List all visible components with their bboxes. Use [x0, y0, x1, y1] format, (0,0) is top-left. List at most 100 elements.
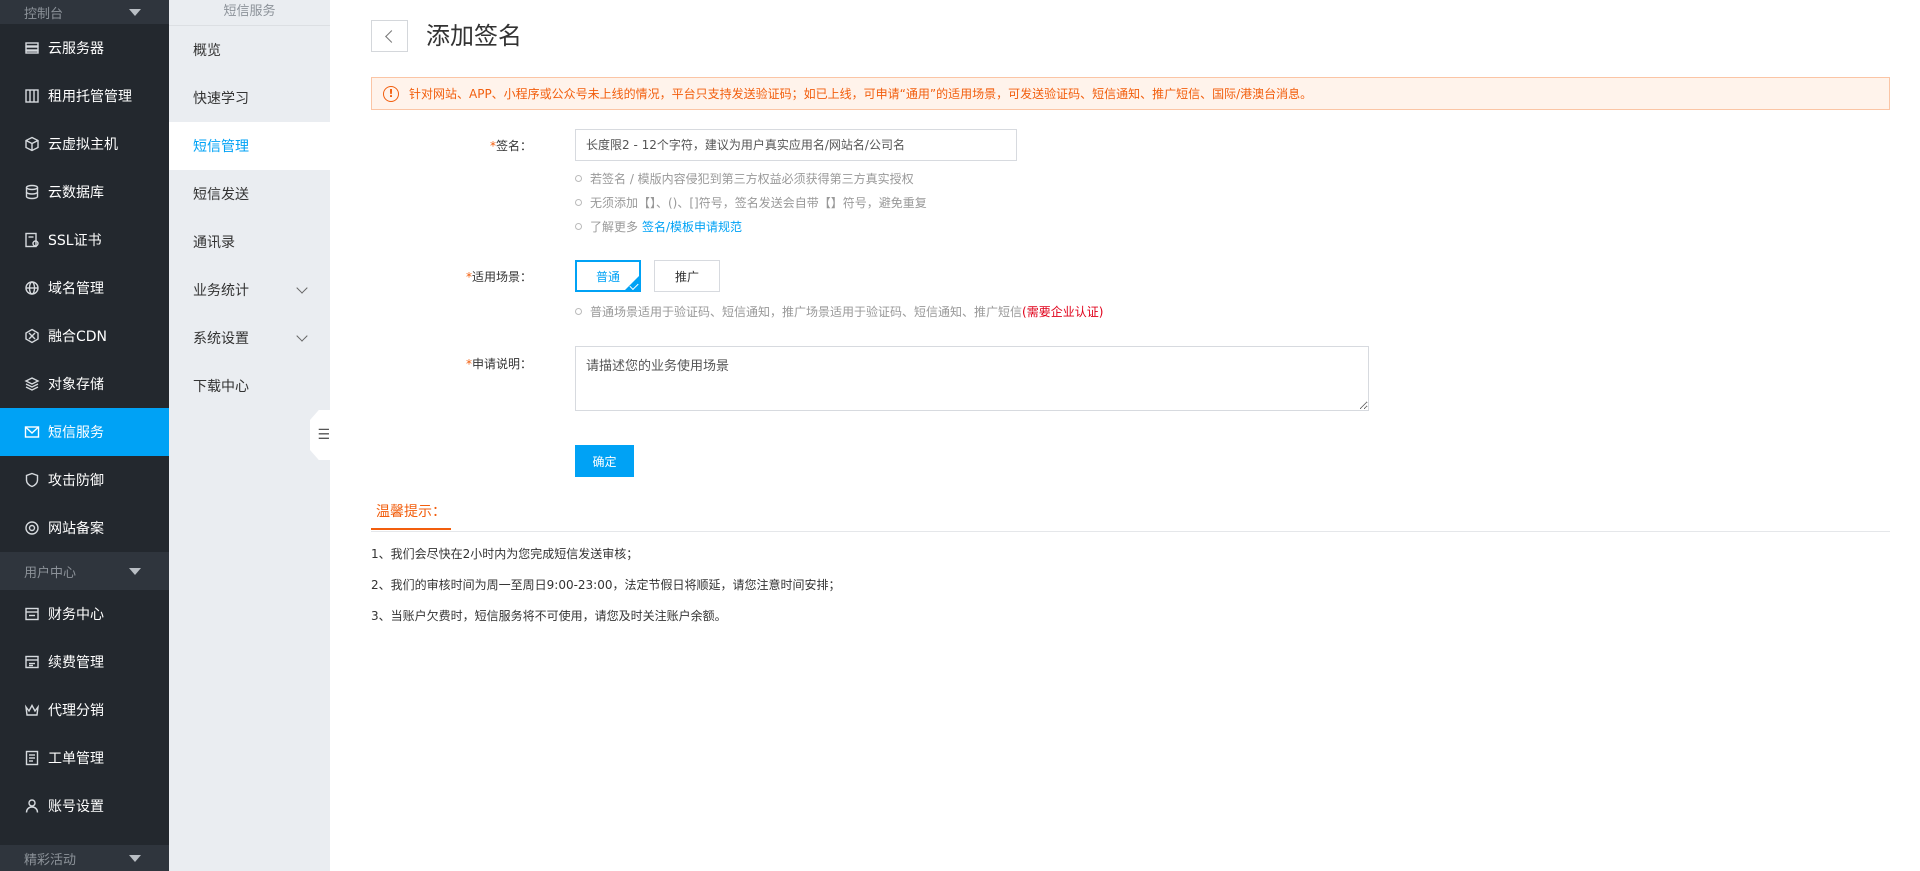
- main-content: 添加签名 ! 针对网站、APP、小程序或公众号未上线的情况，平台只支持发送验证码…: [330, 0, 1920, 871]
- signature-label: *签名：: [342, 137, 532, 154]
- description-label-text: 申请说明：: [471, 357, 532, 371]
- scene-hint: 普通场景适用于验证码、短信通知，推广场景适用于验证码、短信通知、推广短信 (需要企…: [575, 303, 1103, 320]
- notice-text: 针对网站、APP、小程序或公众号未上线的情况，平台只支持发送验证码；如已上线，可…: [409, 87, 1313, 101]
- subnav-item-contacts[interactable]: 通讯录: [169, 218, 330, 266]
- hint-text: 了解更多: [590, 220, 639, 234]
- sidebar-item-label: 代理分销: [48, 703, 104, 719]
- sidebar-item-label: 对象存储: [48, 377, 104, 393]
- sidebar-item-domain[interactable]: 域名管理: [0, 264, 169, 312]
- bullet-icon: [575, 175, 582, 182]
- notice-banner: ! 针对网站、APP、小程序或公众号未上线的情况，平台只支持发送验证码；如已上线…: [371, 77, 1890, 110]
- subnav-item-downloads[interactable]: 下载中心: [169, 362, 330, 410]
- sidebar-item-label: 工单管理: [48, 751, 104, 767]
- sidebar-item-ssl[interactable]: SSL证书: [0, 216, 169, 264]
- signature-input[interactable]: [575, 129, 1017, 161]
- sidebar-item-finance[interactable]: 财务中心: [0, 590, 169, 638]
- bullet-icon: [575, 199, 582, 206]
- sidebar-item-cdn[interactable]: 融合CDN: [0, 312, 169, 360]
- ticket-icon: [24, 750, 40, 766]
- subnav-item-label: 下载中心: [193, 379, 249, 395]
- subnav-item-label: 业务统计: [193, 283, 249, 299]
- subnav-item-label: 短信发送: [193, 187, 249, 203]
- subnav-item-statistics[interactable]: 业务统计: [169, 266, 330, 314]
- sidebar-section-label: 控制台: [24, 6, 64, 22]
- sidebar-section-user-center[interactable]: 用户中心: [0, 552, 169, 590]
- description-textarea[interactable]: [575, 346, 1369, 411]
- hosting-icon: [24, 88, 40, 104]
- sidebar-item-sms[interactable]: 短信服务: [0, 408, 169, 456]
- sidebar-item-account[interactable]: 账号设置: [0, 782, 169, 830]
- subnav-item-overview[interactable]: 概览: [169, 26, 330, 74]
- globe-icon: [24, 280, 40, 296]
- subnav-item-label: 概览: [193, 43, 221, 59]
- sidebar-item-virtual-host[interactable]: 云虚拟主机: [0, 120, 169, 168]
- sidebar-item-label: SSL证书: [48, 233, 102, 249]
- tip-item: 3、当账户欠费时，短信服务将不可使用，请您及时关注账户余额。: [371, 609, 727, 623]
- bullet-icon: [575, 308, 582, 315]
- hint-text: 普通场景适用于验证码、短信通知，推广场景适用于验证码、短信通知、推广短信: [590, 305, 1023, 319]
- sidebar-section-activities[interactable]: 精彩活动: [0, 845, 169, 871]
- sidebar-item-label: 财务中心: [48, 607, 104, 623]
- sidebar-item-defense[interactable]: 攻击防御: [0, 456, 169, 504]
- sidebar-item-icp-record[interactable]: 网站备案: [0, 504, 169, 552]
- menu-fold-icon: ☰: [317, 427, 330, 443]
- chevron-left-icon: [384, 29, 398, 43]
- submit-button[interactable]: 确定: [575, 445, 634, 477]
- signature-hint-3: 了解更多 签名/模板申请规范: [575, 218, 742, 235]
- scene-option-label: 推广: [674, 269, 699, 284]
- tips-divider: [371, 531, 1890, 532]
- tip-item: 1、我们会尽快在2小时内为您完成短信发送审核；: [371, 547, 639, 561]
- sidebar-item-database[interactable]: 云数据库: [0, 168, 169, 216]
- sidebar-item-cloud-server[interactable]: 云服务器: [0, 24, 169, 72]
- cube-icon: [24, 136, 40, 152]
- description-label: *申请说明：: [342, 355, 532, 372]
- sidebar-item-label: 域名管理: [48, 281, 104, 297]
- sidebar-item-label: 续费管理: [48, 655, 104, 671]
- page-title: 添加签名: [426, 22, 522, 50]
- subnav-item-sms-manage[interactable]: 短信管理: [169, 122, 330, 170]
- subnav-item-label: 短信管理: [193, 139, 249, 155]
- subnav-item-quick-learn[interactable]: 快速学习: [169, 74, 330, 122]
- subnav-item-sms-send[interactable]: 短信发送: [169, 170, 330, 218]
- back-button[interactable]: [371, 20, 408, 52]
- sidebar-item-label: 云虚拟主机: [48, 137, 118, 153]
- scene-label-text: 适用场景：: [471, 270, 532, 284]
- shield-icon: [24, 472, 40, 488]
- sidebar-item-label: 云数据库: [48, 185, 104, 201]
- main-sidebar: 控制台 云服务器 租用托管管理 云虚拟主机 云数据库 SSL证书 域名管理 融合…: [0, 0, 169, 871]
- spec-link[interactable]: 签名/模板申请规范: [642, 218, 742, 235]
- sidebar-item-hosting[interactable]: 租用托管管理: [0, 72, 169, 120]
- sidebar-item-object-storage[interactable]: 对象存储: [0, 360, 169, 408]
- sidebar-section-console[interactable]: 控制台: [0, 0, 169, 24]
- subnav-title: 短信服务: [169, 0, 330, 26]
- scene-option-label: 普通: [595, 269, 620, 284]
- subnav-collapse-toggle[interactable]: ☰: [310, 410, 332, 460]
- warning-icon: !: [383, 85, 399, 102]
- scene-option-normal[interactable]: 普通: [575, 260, 641, 292]
- cdn-icon: [24, 328, 40, 344]
- subnav-item-label: 通讯录: [193, 235, 235, 251]
- subnav-item-label: 系统设置: [193, 331, 249, 347]
- signature-hint-2: 无须添加【】、()、[]符号，签名发送会自带【】符号，避免重复: [575, 194, 927, 211]
- sidebar-item-label: 租用托管管理: [48, 89, 132, 105]
- mail-icon: [24, 424, 40, 440]
- server-icon: [24, 40, 40, 56]
- sidebar-item-label: 云服务器: [48, 41, 104, 57]
- scene-option-promotion[interactable]: 推广: [654, 260, 720, 292]
- hint-text: 若签名 / 模版内容侵犯到第三方权益必须获得第三方真实授权: [590, 172, 914, 186]
- tips-tab[interactable]: 温馨提示：: [371, 498, 451, 530]
- sidebar-item-tickets[interactable]: 工单管理: [0, 734, 169, 782]
- sidebar-item-renew[interactable]: 续费管理: [0, 638, 169, 686]
- sidebar-section-label: 用户中心: [24, 565, 77, 581]
- database-icon: [24, 184, 40, 200]
- sidebar-item-label: 短信服务: [48, 425, 104, 441]
- subnav-item-label: 快速学习: [193, 91, 249, 107]
- user-icon: [24, 798, 40, 814]
- scene-label: *适用场景：: [342, 268, 532, 285]
- sidebar-item-distribution[interactable]: 代理分销: [0, 686, 169, 734]
- caret-down-icon: [129, 854, 141, 862]
- subnav-item-settings[interactable]: 系统设置: [169, 314, 330, 362]
- finance-icon: [24, 606, 40, 622]
- sidebar-item-label: 账号设置: [48, 799, 104, 815]
- layers-icon: [24, 376, 40, 392]
